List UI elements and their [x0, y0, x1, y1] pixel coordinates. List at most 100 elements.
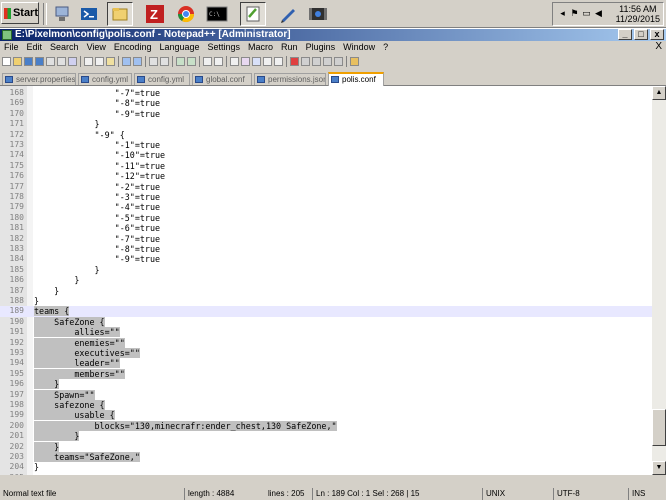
code-text[interactable]: allies="" [34, 327, 120, 338]
code-text[interactable]: teams="SafeZone," [34, 452, 140, 462]
menu-view[interactable]: View [83, 41, 110, 53]
open-file-icon[interactable] [13, 56, 22, 66]
code-text[interactable]: leader="" [34, 358, 120, 369]
code-line[interactable]: 174 "-10"=true [0, 150, 652, 160]
menu-help[interactable]: ? [379, 41, 392, 53]
plugin-icon[interactable] [350, 56, 359, 66]
arrow-left-icon[interactable]: ◂ [557, 8, 568, 19]
filezilla-icon[interactable]: Z [142, 2, 168, 26]
code-text[interactable]: "-8"=true [34, 98, 160, 108]
menu-encoding[interactable]: Encoding [110, 41, 156, 53]
code-text[interactable]: teams { [34, 306, 70, 317]
code-text[interactable]: blocks="130,minecrafr:ender_chest,130 Sa… [34, 420, 337, 431]
pencil-icon[interactable] [275, 2, 301, 26]
scroll-down-icon[interactable]: ▼ [652, 461, 666, 475]
code-line[interactable]: 203 teams="SafeZone," [0, 452, 652, 462]
code-text[interactable]: } [34, 431, 80, 442]
code-line[interactable]: 173 "-1"=true [0, 140, 652, 150]
menu-edit[interactable]: Edit [23, 41, 47, 53]
paste-icon[interactable] [106, 56, 115, 66]
code-line[interactable]: 187 } [0, 286, 652, 296]
chrome-icon[interactable] [173, 2, 199, 26]
cut-icon[interactable] [84, 56, 93, 66]
code-line[interactable]: 169 "-8"=true [0, 98, 652, 108]
code-text[interactable]: Spawn="" [34, 389, 95, 400]
volume-icon[interactable]: ◀ [593, 8, 604, 19]
code-line[interactable]: 196 } [0, 379, 652, 390]
vertical-scrollbar[interactable]: ▲ ▼ [652, 86, 666, 475]
code-line[interactable]: 178 "-3"=true [0, 192, 652, 202]
code-text[interactable]: } [34, 265, 100, 275]
code-text[interactable]: "-1"=true [34, 140, 160, 150]
tab-server-properties[interactable]: server.properties [2, 73, 76, 85]
powershell-icon[interactable] [76, 2, 102, 26]
menu-language[interactable]: Language [155, 41, 203, 53]
play-macro-icon[interactable] [312, 56, 321, 66]
code-text[interactable]: "-8"=true [34, 244, 160, 254]
code-line[interactable]: 205 [0, 473, 652, 475]
code-line[interactable]: 194 leader="" [0, 358, 652, 369]
scroll-up-icon[interactable]: ▲ [652, 86, 666, 100]
menu-plugins[interactable]: Plugins [302, 41, 340, 53]
code-line[interactable]: 200 blocks="130,minecrafr:ender_chest,13… [0, 420, 652, 431]
code-line[interactable]: 190 SafeZone { [0, 316, 652, 327]
code-line[interactable]: 171 } [0, 119, 652, 129]
code-text[interactable]: } [34, 296, 39, 306]
tab-polis-conf[interactable]: polis.conf [328, 72, 384, 86]
code-line[interactable]: 202 } [0, 441, 652, 452]
close-button[interactable]: x [650, 29, 664, 40]
code-line[interactable]: 177 "-2"=true [0, 182, 652, 192]
clock[interactable]: 11:56 AM 11/29/2015 [616, 4, 660, 24]
code-line[interactable]: 197 Spawn="" [0, 389, 652, 400]
code-text[interactable]: "-11"=true [34, 161, 165, 171]
code-line[interactable]: 181 "-6"=true [0, 223, 652, 233]
code-text[interactable]: "-9"=true [34, 254, 160, 264]
window-title-bar[interactable]: E:\Pixelmon\config\polis.conf - Notepad+… [0, 29, 666, 41]
code-text[interactable]: enemies="" [34, 337, 125, 348]
redo-icon[interactable] [133, 56, 142, 66]
code-text[interactable]: executives="" [34, 348, 140, 358]
copy-icon[interactable] [95, 56, 104, 66]
doc-map-icon[interactable] [263, 56, 272, 66]
menu-file[interactable]: File [0, 41, 23, 53]
network-icon[interactable] [49, 2, 75, 26]
code-line[interactable]: 176 "-12"=true [0, 171, 652, 181]
status-eol[interactable]: UNIX [482, 488, 553, 500]
scroll-thumb[interactable] [652, 409, 666, 446]
new-file-icon[interactable] [2, 56, 11, 66]
menu-window[interactable]: Window [339, 41, 379, 53]
tab-config-yml-2[interactable]: config.yml [134, 73, 190, 85]
menu-run[interactable]: Run [277, 41, 302, 53]
code-text[interactable]: "-2"=true [34, 182, 160, 192]
code-text[interactable]: safezone { [34, 400, 105, 410]
code-line[interactable]: 186 } [0, 275, 652, 285]
code-text[interactable]: } [34, 441, 60, 452]
code-text[interactable]: } [34, 462, 39, 472]
zoom-in-icon[interactable] [176, 56, 185, 66]
code-text[interactable]: "-7"=true [34, 88, 160, 98]
code-text[interactable]: "-3"=true [34, 192, 160, 202]
sync-vertical-icon[interactable] [203, 56, 212, 66]
code-line[interactable]: 191 allies="" [0, 327, 652, 338]
code-line[interactable]: 199 usable { [0, 410, 652, 421]
close-document-icon[interactable]: X [655, 41, 662, 53]
code-text[interactable]: } [34, 275, 79, 285]
code-text[interactable]: "-7"=true [34, 234, 160, 244]
find-icon[interactable] [149, 56, 158, 66]
show-all-chars-icon[interactable] [241, 56, 250, 66]
undo-icon[interactable] [122, 56, 131, 66]
code-text[interactable]: SafeZone { [34, 316, 105, 327]
tab-config-yml-1[interactable]: config.yml [78, 73, 132, 85]
record-macro-icon[interactable] [290, 56, 299, 66]
code-line[interactable]: 193 executives="" [0, 348, 652, 358]
zoom-out-icon[interactable] [187, 56, 196, 66]
code-line[interactable]: 179 "-4"=true [0, 202, 652, 212]
code-text[interactable]: } [34, 379, 60, 390]
media-icon[interactable] [305, 2, 331, 26]
minimize-button[interactable]: _ [618, 29, 632, 40]
code-line[interactable]: 182 "-7"=true [0, 234, 652, 244]
code-line[interactable]: 195 members="" [0, 368, 652, 379]
code-line[interactable]: 192 enemies="" [0, 337, 652, 348]
menu-macro[interactable]: Macro [244, 41, 277, 53]
code-line[interactable]: 168 "-7"=true [0, 88, 652, 98]
